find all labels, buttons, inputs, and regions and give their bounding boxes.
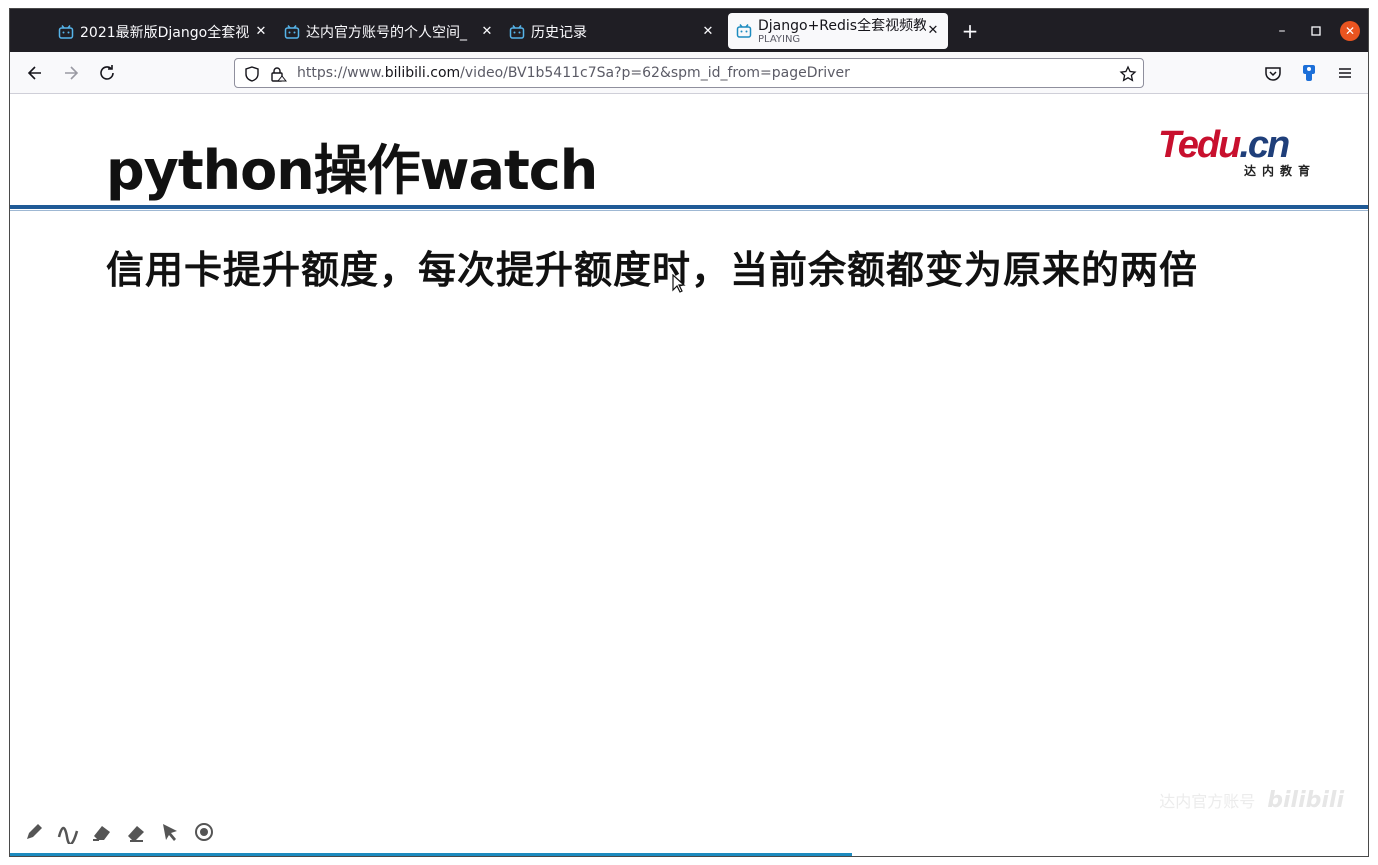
tab-label: Django+Redis全套视频教 (758, 17, 926, 34)
record-icon[interactable] (192, 820, 216, 844)
browser-window: 2021最新版Django全套视 ✕ 达内官方账号的个人空间_ ✕ 历史记录 ✕… (9, 8, 1369, 857)
bilibili-tab-icon (284, 24, 300, 39)
maximize-button[interactable] (1306, 21, 1326, 41)
tab-playing-label: PLAYING (758, 33, 801, 45)
tab-django-course[interactable]: 2021最新版Django全套视 ✕ (58, 14, 266, 49)
watermark-account-text: 达内官方账号 (1159, 792, 1256, 811)
tab-history[interactable]: 历史记录 ✕ (509, 14, 717, 49)
url-bar[interactable]: https://www.bilibili.com/video/BV1b5411c… (234, 58, 1144, 88)
bilibili-tab-icon (736, 24, 752, 38)
tab-django-redis-active[interactable]: Django+Redis全套视频教 PLAYING ✕ (728, 13, 948, 49)
nav-toolbar: https://www.bilibili.com/video/BV1b5411c… (10, 52, 1368, 94)
forward-icon[interactable] (60, 62, 82, 84)
pocket-icon[interactable] (1262, 62, 1284, 84)
new-tab-button[interactable]: + (960, 21, 980, 41)
close-tab-icon[interactable]: ✕ (924, 21, 942, 39)
close-tab-icon[interactable]: ✕ (699, 22, 717, 40)
close-window-button[interactable]: ✕ (1340, 21, 1360, 41)
url-text[interactable]: https://www.bilibili.com/video/BV1b5411c… (297, 65, 850, 81)
url-prefix: https://www. (297, 65, 385, 81)
slide-title: python操作watch (106, 139, 598, 202)
bilibili-watermark: 达内官方账号 bilibili (1159, 788, 1344, 813)
close-tab-icon[interactable]: ✕ (478, 22, 496, 40)
url-domain: bilibili.com (384, 65, 461, 81)
video-progress-bar[interactable] (10, 853, 852, 856)
eraser-icon[interactable] (124, 820, 148, 844)
bilibili-tab-icon (509, 24, 525, 39)
curve-icon[interactable] (56, 820, 80, 844)
lock-icon[interactable] (269, 65, 287, 83)
slide-divider-thin (10, 210, 1368, 211)
watermark-logo: bilibili (1267, 788, 1344, 813)
minimize-button[interactable]: – (1272, 21, 1292, 41)
menu-icon[interactable] (1334, 62, 1356, 84)
slide-divider (10, 205, 1368, 209)
pencil-icon[interactable] (22, 820, 46, 844)
pointer-icon[interactable] (158, 820, 182, 844)
tedu-logo: Tedu.cn 达内教育 (1158, 124, 1320, 180)
annotation-toolbar (22, 820, 216, 844)
highlighter-icon[interactable] (90, 820, 114, 844)
maximize-icon (1311, 26, 1321, 36)
extension-icon[interactable] (1298, 62, 1320, 84)
url-path: /video/BV1b5411c7Sa?p=62&spm_id_from=pag… (460, 65, 850, 81)
tab-tedu-space[interactable]: 达内官方账号的个人空间_ ✕ (284, 14, 492, 49)
reload-icon[interactable] (96, 62, 118, 84)
slide-body-text: 信用卡提升额度，每次提升额度时，当前余额都变为原来的两倍 (106, 248, 1199, 292)
close-tab-icon[interactable]: ✕ (252, 22, 270, 40)
tab-strip: 2021最新版Django全套视 ✕ 达内官方账号的个人空间_ ✕ 历史记录 ✕… (10, 9, 1368, 52)
tedu-logo-subtitle: 达内教育 (1243, 164, 1316, 178)
shield-icon[interactable] (243, 65, 261, 83)
video-player[interactable]: python操作watch Tedu.cn 达内教育 信用卡提升额度，每次提升额… (10, 94, 1368, 856)
back-icon[interactable] (24, 62, 46, 84)
tedu-logo-name: Tedu (1158, 124, 1241, 166)
bookmark-star-icon[interactable] (1119, 65, 1137, 83)
mouse-cursor-icon (672, 274, 686, 293)
tedu-logo-main: Tedu.cn (1158, 124, 1290, 167)
tab-label: 2021最新版Django全套视 (80, 24, 250, 41)
tab-label: 达内官方账号的个人空间_ (306, 24, 467, 41)
tedu-logo-suffix: .cn (1239, 124, 1290, 166)
tab-label: 历史记录 (531, 24, 587, 41)
bilibili-tab-icon (58, 24, 74, 39)
